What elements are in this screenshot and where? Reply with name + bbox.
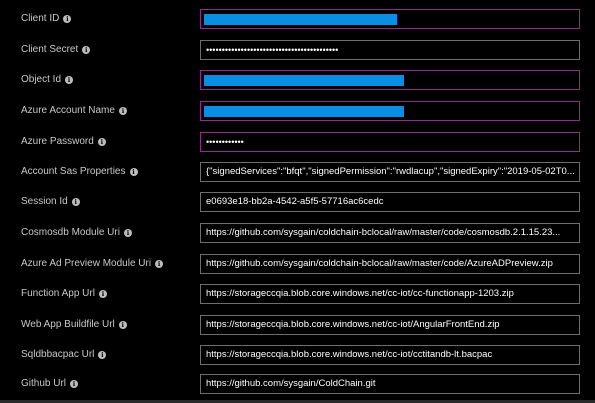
parameter-label-text: Client Secret [21,44,79,55]
parameter-label: Web App Buildfile Url i [21,315,127,335]
parameter-value: https://github.com/sysgain/coldchain-bcl… [206,258,553,269]
parameter-label-text: Session Id [21,196,68,207]
parameter-label: Cosmosdb Module Uri i [21,223,132,243]
parameter-input[interactable]: https://storageccqia.blob.core.windows.n… [200,345,580,365]
parameter-row: Web App Buildfile Url i https://storageccq… [0,315,595,335]
info-icon[interactable]: i [123,229,132,237]
parameter-label: Object Id i [21,70,74,90]
parameter-label: Azure Ad Preview Module Uri i [21,254,164,274]
info-icon[interactable]: i [70,380,79,388]
parameter-label: Session Id i [21,192,80,212]
parameter-value: https://storageccqia.blob.core.windows.n… [206,349,493,360]
parameter-label-text: Object Id [21,74,62,85]
parameter-row: Azure Account Name i [0,101,595,121]
parameter-value: https://github.com/sysgain/ColdChain.git [206,378,376,389]
parameter-value: {"signedServices":"bfqt","signedPermissi… [206,166,575,177]
parameter-label: Client Secret i [21,40,91,60]
parameter-input[interactable]: •••••••••••• [200,132,580,152]
info-icon[interactable]: i [129,168,138,176]
parameter-input[interactable]: {"signedServices":"bfqt","signedPermissi… [200,162,580,182]
redacted-value [204,106,404,117]
info-icon[interactable]: i [98,351,107,359]
parameter-label-text: Account Sas Properties [21,166,126,177]
parameter-label-text: Github Url [21,378,67,389]
parameter-label-text: Azure Password [21,136,94,147]
parameter-row: Sqldbbacpac Url i https://storageccqia.blo… [0,345,595,365]
info-icon[interactable]: i [71,198,80,206]
parameter-row: Azure Password i •••••••••••• [0,132,595,152]
parameter-value: ••••••••••••••••••••••••••••••••••••••••… [206,45,339,55]
info-icon[interactable]: i [63,15,72,23]
parameter-label: Azure Password i [21,132,106,152]
info-icon[interactable]: i [97,138,106,146]
info-icon[interactable]: i [118,321,127,329]
parameter-value: https://storageccqia.blob.core.windows.n… [206,288,514,299]
parameter-label: Account Sas Properties i [21,162,138,182]
parameter-label-text: Azure Ad Preview Module Uri [21,258,152,269]
parameter-input[interactable]: ••••••••••••••••••••••••••••••••••••••••… [200,40,580,60]
redacted-value [204,75,404,86]
parameter-row: Github Url i https://github.com/sysgain/Co… [0,374,595,394]
parameter-label: Azure Account Name i [21,101,127,121]
parameter-value: https://github.com/sysgain/coldchain-bcl… [206,227,561,238]
parameter-row: Object Id i [0,70,595,90]
parameter-input[interactable]: e0693e18-bb2a-4542-a5f5-57716ac6cedc [200,192,580,212]
parameter-input[interactable] [200,101,580,121]
info-icon[interactable]: i [82,46,91,54]
info-icon[interactable]: i [98,290,107,298]
parameter-input[interactable]: https://github.com/sysgain/coldchain-bcl… [200,223,580,243]
parameter-input[interactable] [200,70,580,90]
parameter-label: Sqldbbacpac Url i [21,345,107,365]
parameter-label-text: Sqldbbacpac Url [21,349,95,360]
parameter-row: Cosmosdb Module Uri i https://github.com/s… [0,223,595,243]
parameter-row: Client ID i [0,9,595,29]
parameter-label-text: Cosmosdb Module Uri [21,227,120,238]
parameter-value: https://storageccqia.blob.core.windows.n… [206,319,500,330]
info-icon[interactable]: i [118,107,127,115]
redacted-value [204,14,397,25]
parameter-label: Github Url i [21,374,79,394]
parameter-value: •••••••••••• [206,137,244,147]
parameter-label-text: Azure Account Name [21,105,115,116]
parameter-input[interactable] [200,9,580,29]
parameter-row: Client Secret i ••••••••••••••••••••••••••… [0,40,595,60]
parameter-value: e0693e18-bb2a-4542-a5f5-57716ac6cedc [206,196,384,207]
parameter-input[interactable]: https://storageccqia.blob.core.windows.n… [200,284,580,304]
parameter-row: Account Sas Properties i {"signedServices"… [0,162,595,182]
parameter-input[interactable]: https://storageccqia.blob.core.windows.n… [200,315,580,335]
parameter-input[interactable]: https://github.com/sysgain/ColdChain.git [200,374,580,394]
info-icon[interactable]: i [65,76,74,84]
parameter-label: Function App Url i [21,284,107,304]
parameter-row: Azure Ad Preview Module Uri i https://gith… [0,254,595,274]
info-icon[interactable]: i [155,260,164,268]
parameter-label-text: Client ID [21,13,60,24]
parameter-label: Client ID i [21,9,72,29]
parameter-row: Session Id i e0693e18-bb2a-4542-a5f5-57716… [0,192,595,212]
parameter-label-text: Web App Buildfile Url [21,319,115,330]
parameter-input[interactable]: https://github.com/sysgain/coldchain-bcl… [200,254,580,274]
parameter-row: Function App Url i https://storageccqia.bl… [0,284,595,304]
parameter-label-text: Function App Url [21,288,95,299]
